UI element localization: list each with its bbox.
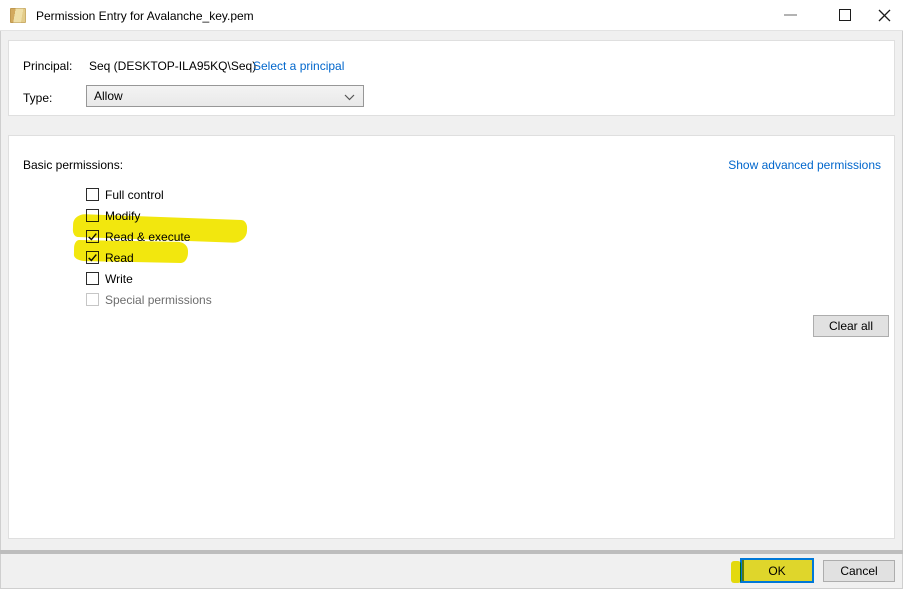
permission-label: Modify xyxy=(105,209,140,223)
title-bar: Permission Entry for Avalanche_key.pem xyxy=(0,0,903,31)
maximize-icon xyxy=(839,9,851,21)
special-permissions-checkbox xyxy=(86,293,99,306)
permission-entry-dialog: Permission Entry for Avalanche_key.pem P… xyxy=(0,0,903,589)
read-execute-checkbox[interactable] xyxy=(86,230,99,243)
select-principal-link[interactable]: Select a principal xyxy=(253,59,344,73)
close-icon xyxy=(878,9,891,22)
permission-label: Special permissions xyxy=(105,293,212,307)
type-label: Type: xyxy=(23,91,52,105)
permission-label: Write xyxy=(105,272,133,286)
cancel-button[interactable]: Cancel xyxy=(823,560,895,582)
permission-label: Full control xyxy=(105,188,164,202)
principal-label: Principal: xyxy=(23,59,72,73)
permissions-panel: Basic permissions: Show advanced permiss… xyxy=(8,135,895,539)
clear-all-button[interactable]: Clear all xyxy=(813,315,889,337)
write-checkbox[interactable] xyxy=(86,272,99,285)
principal-value: Seq (DESKTOP-ILA95KQ\Seq) xyxy=(89,59,256,73)
chevron-down-icon xyxy=(344,94,355,101)
permission-row-special-permissions: Special permissions xyxy=(86,289,212,310)
full-control-checkbox[interactable] xyxy=(86,188,99,201)
permission-file-icon xyxy=(10,8,26,23)
permission-row-modify[interactable]: Modify xyxy=(86,205,212,226)
type-dropdown-value: Allow xyxy=(94,89,123,103)
modify-checkbox[interactable] xyxy=(86,209,99,222)
permission-row-read-execute[interactable]: Read & execute xyxy=(86,226,212,247)
checkmark-icon xyxy=(87,251,98,264)
minimize-icon xyxy=(784,14,797,16)
permission-row-full-control[interactable]: Full control xyxy=(86,184,212,205)
close-button[interactable] xyxy=(862,0,903,30)
window-title: Permission Entry for Avalanche_key.pem xyxy=(36,9,254,23)
permission-label: Read xyxy=(105,251,134,265)
maximize-button[interactable] xyxy=(822,0,867,30)
permission-label: Read & execute xyxy=(105,230,190,244)
read-checkbox[interactable] xyxy=(86,251,99,264)
permission-row-read[interactable]: Read xyxy=(86,247,212,268)
basic-permissions-label: Basic permissions: xyxy=(23,158,123,172)
footer-divider xyxy=(0,550,903,554)
permission-list: Full control Modify Read & execute Read … xyxy=(86,184,212,310)
minimize-button xyxy=(768,0,813,30)
checkmark-icon xyxy=(87,230,98,243)
principal-panel: Principal: Seq (DESKTOP-ILA95KQ\Seq) Sel… xyxy=(8,40,895,116)
permission-row-write[interactable]: Write xyxy=(86,268,212,289)
ok-button[interactable]: OK xyxy=(740,558,814,583)
show-advanced-permissions-link[interactable]: Show advanced permissions xyxy=(728,158,881,172)
type-dropdown[interactable]: Allow xyxy=(86,85,364,107)
